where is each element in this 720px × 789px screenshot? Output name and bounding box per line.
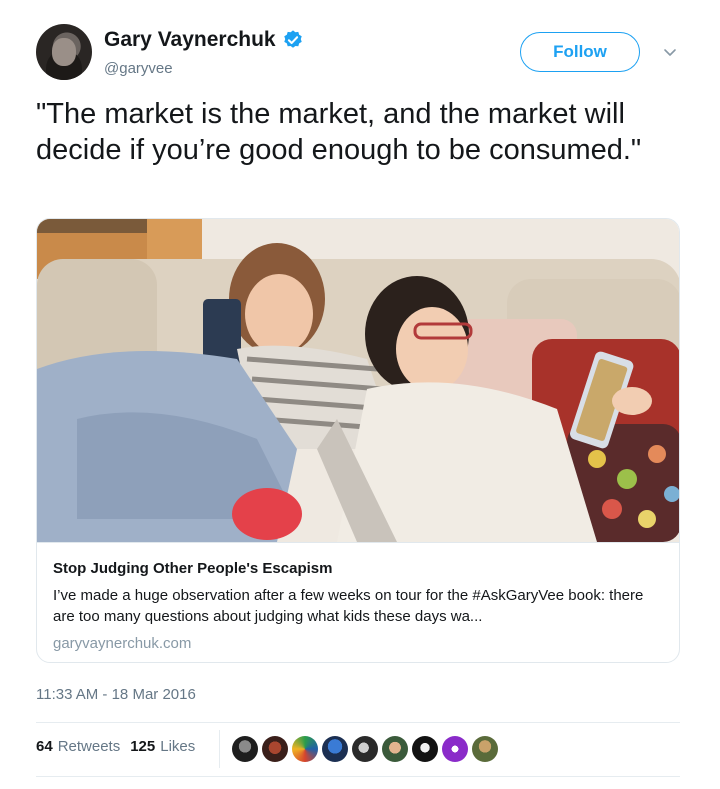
author-handle[interactable]: @garyvee — [104, 60, 173, 77]
follow-button[interactable]: Follow — [520, 32, 640, 72]
divider — [36, 722, 680, 723]
liker-avatar-icon[interactable] — [262, 736, 288, 762]
liker-avatar-icon[interactable] — [382, 736, 408, 762]
liker-avatar-icon[interactable] — [352, 736, 378, 762]
stats-separator — [219, 730, 220, 768]
verified-badge-icon — [283, 30, 302, 48]
liker-avatar-icon[interactable] — [232, 736, 258, 762]
card-body[interactable]: Stop Judging Other People's Escapism I’v… — [37, 542, 679, 662]
liker-avatar-icon[interactable] — [292, 736, 318, 762]
tweet-container: Gary Vaynerchuk @garyvee Follow "The mar… — [0, 0, 720, 789]
likes-label: Likes — [160, 738, 196, 755]
retweets-label: Retweets — [57, 738, 121, 755]
tweet-text: "The market is the market, and the marke… — [36, 98, 642, 166]
user-avatar-icon[interactable] — [36, 24, 92, 80]
tweet-timestamp[interactable]: 11:33 AM - 18 Mar 2016 — [36, 686, 196, 703]
card-title[interactable]: Stop Judging Other People's Escapism — [53, 559, 665, 579]
author-name-row[interactable]: Gary Vaynerchuk — [104, 28, 304, 52]
liker-avatar-icon[interactable] — [472, 736, 498, 762]
liker-avatar-icon[interactable] — [322, 736, 348, 762]
liker-avatar-icon[interactable] — [412, 736, 438, 762]
author-display-name[interactable]: Gary Vaynerchuk — [104, 28, 276, 52]
card-description: I’ve made a huge observation after a few… — [53, 587, 644, 625]
liker-avatars — [232, 736, 498, 762]
card-domain: garyvaynerchuk.com — [53, 635, 192, 652]
retweets-stat[interactable]: 64 Retweets — [36, 738, 120, 755]
link-card[interactable]: Stop Judging Other People's Escapism I’v… — [36, 218, 680, 663]
likes-count: 125 — [130, 738, 156, 755]
divider — [36, 776, 680, 777]
likes-stat[interactable]: 125 Likes — [130, 738, 195, 755]
engagement-stats: 64 Retweets 125 Likes — [36, 738, 195, 755]
liker-avatar-icon[interactable] — [442, 736, 468, 762]
retweets-count: 64 — [36, 738, 53, 755]
card-image[interactable] — [37, 219, 680, 542]
chevron-down-icon[interactable] — [662, 44, 678, 60]
